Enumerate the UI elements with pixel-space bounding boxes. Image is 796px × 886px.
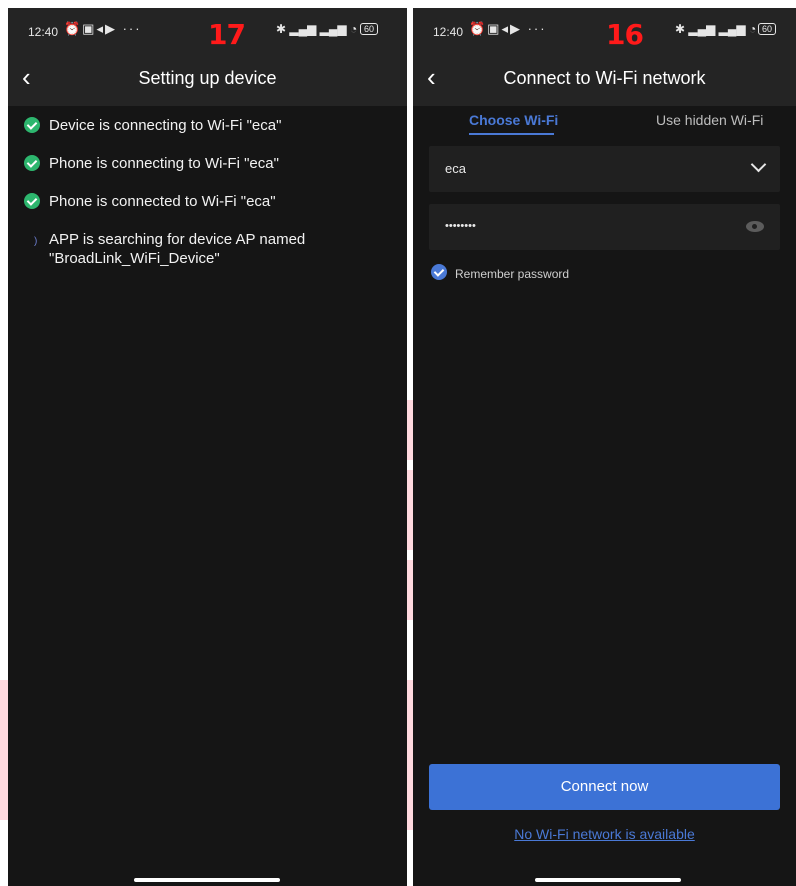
page-title: Connect to Wi-Fi network [503,68,706,88]
wifi-ssid-value: eca [445,161,466,176]
step-badge: 16 [606,18,644,51]
step-text: APP is searching for device AP named "Br… [49,231,306,267]
phone-connect-wifi: 12:40 ⏰▣◂▶ ··· 16 ✱ ▂▄▆ ▂▄▆ ◔ 60 ‹ Conne… [413,8,796,886]
step-badge: 17 [208,18,246,51]
step-text: Phone is connecting to Wi-Fi "eca" [49,155,279,172]
check-circle-icon [24,193,40,209]
battery-icon: 60 [758,23,777,35]
page-title: Setting up device [138,68,277,88]
tab-hidden-wifi[interactable]: Use hidden Wi-Fi [656,112,763,128]
app-bar: ‹ Setting up device [8,52,407,106]
loading-spinner-icon: ) [34,236,38,247]
phone-setting-up: 12:40 ⏰▣◂▶ ··· 17 ✱ ▂▄▆ ▂▄▆ ◔ 60 ‹ Setti… [8,8,407,886]
password-value: •••••••• [445,220,476,232]
signal-icons: ✱ ▂▄▆ ▂▄▆ ◔ [276,22,358,36]
notification-icons: ⏰▣◂▶ ··· [469,21,547,36]
signal-icons: ✱ ▂▄▆ ▂▄▆ ◔ [675,22,757,36]
status-time: 12:40 [433,25,464,39]
app-bar: ‹ Connect to Wi-Fi network [413,52,796,106]
status-bar: 12:40 ⏰▣◂▶ ··· 16 ✱ ▂▄▆ ▂▄▆ ◔ 60 [413,8,796,52]
remember-password-checkbox[interactable] [431,264,447,280]
battery-icon: 60 [360,23,379,35]
step-text: Device is connecting to Wi-Fi "eca" [49,117,282,134]
check-circle-icon [24,155,40,171]
remember-password-label: Remember password [455,267,570,281]
check-circle-icon [24,117,40,133]
home-indicator[interactable] [134,878,280,882]
password-field[interactable]: •••••••• [429,204,780,250]
tab-indicator [469,133,554,135]
notification-icons: ⏰▣◂▶ ··· [64,21,142,36]
home-indicator[interactable] [535,878,681,882]
status-time: 12:40 [28,25,59,39]
step-text: Phone is connected to Wi-Fi "eca" [49,193,276,210]
chevron-down-icon[interactable] [750,156,767,173]
eye-icon[interactable] [746,221,764,232]
status-bar: 12:40 ⏰▣◂▶ ··· 17 ✱ ▂▄▆ ▂▄▆ ◔ 60 [8,8,407,52]
connect-now-button[interactable]: Connect now [429,764,780,810]
tab-choose-wifi[interactable]: Choose Wi-Fi [469,112,558,128]
no-wifi-link[interactable]: No Wi-Fi network is available [413,826,796,842]
wifi-select[interactable]: eca [429,146,780,192]
